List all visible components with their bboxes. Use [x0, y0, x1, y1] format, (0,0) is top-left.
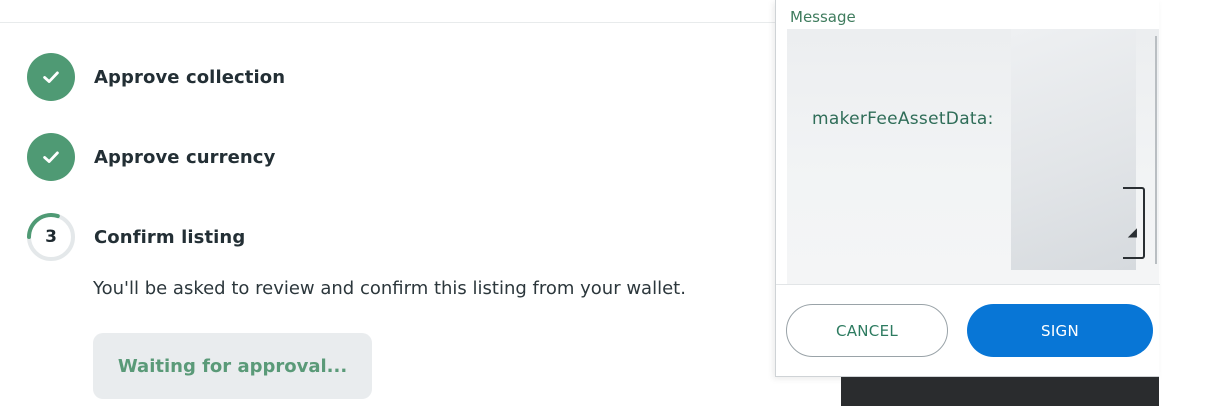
sign-button[interactable]: SIGN — [967, 304, 1153, 357]
step-complete-badge — [27, 133, 75, 181]
confirm-listing-description: You'll be asked to review and confirm th… — [93, 278, 686, 299]
footer-divider — [776, 284, 1160, 285]
cancel-button[interactable]: CANCEL — [786, 304, 948, 357]
waiting-for-approval-button[interactable]: Waiting for approval... — [93, 333, 372, 399]
message-field-key: makerFeeAssetData: — [812, 109, 994, 129]
check-icon — [43, 151, 59, 163]
message-label: Message — [790, 8, 856, 26]
message-value-area — [1011, 29, 1136, 270]
step-approve-collection: Approve collection — [27, 53, 285, 101]
step-confirm-listing: 3 Confirm listing — [27, 213, 245, 261]
step-number: 3 — [45, 227, 57, 247]
resize-handle[interactable]: ◢ — [1123, 187, 1145, 259]
step-label: Approve currency — [94, 146, 276, 168]
message-content[interactable]: makerFeeAssetData: — [787, 29, 1159, 284]
top-divider — [0, 22, 790, 23]
step-label: Confirm listing — [94, 226, 246, 248]
wallet-signature-popup: Message makerFeeAssetData: ◢ CANCEL SIGN — [775, 0, 1160, 377]
check-icon — [43, 71, 59, 83]
resize-grip-icon: ◢ — [1127, 225, 1137, 239]
background-dark-region — [841, 377, 1159, 406]
step-label: Approve collection — [94, 66, 286, 88]
step-complete-badge — [27, 53, 75, 101]
message-scrollbar[interactable] — [1155, 36, 1157, 264]
step-approve-currency: Approve currency — [27, 133, 275, 181]
step-progress-badge: 3 — [27, 213, 75, 261]
